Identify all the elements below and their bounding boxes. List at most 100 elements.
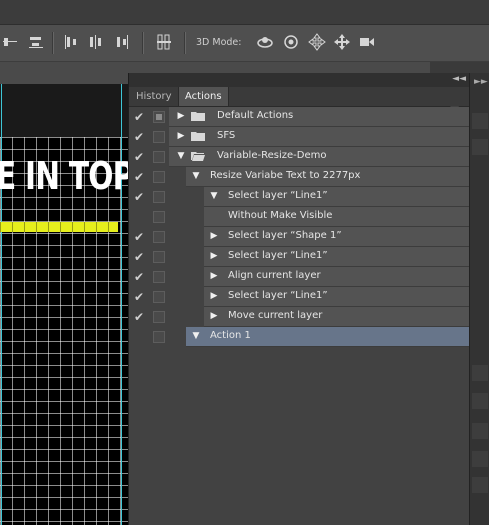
menu-strip — [0, 0, 489, 25]
toggle-item-checked-icon[interactable]: ✔ — [132, 251, 146, 264]
collapsed-triangle-icon[interactable]: ▶ — [176, 111, 186, 121]
actions-panel: ◄◄ History Actions ▼≡ ✔▶Default Actions✔… — [128, 73, 470, 525]
expanded-triangle-icon[interactable]: ▼ — [191, 171, 201, 181]
action-row[interactable]: ✔ ▼ Variable-Resize-Demo — [129, 147, 470, 167]
toggle-dialog-icon[interactable] — [153, 191, 165, 203]
action-row-label: Resize Variabe Text to 2277px — [210, 170, 361, 181]
toggle-item-checked-icon[interactable]: ✔ — [132, 171, 146, 184]
toggle-item-checked-icon[interactable]: ✔ — [132, 231, 146, 244]
toggle-dialog-icon[interactable] — [153, 231, 165, 243]
3d-mode-label: 3D Mode: — [196, 37, 242, 48]
toggle-item-empty[interactable] — [132, 331, 146, 344]
action-row[interactable]: ✔ ▶ Select layer “Shape 1” — [129, 227, 470, 247]
action-row-label: Align current layer — [228, 270, 321, 281]
toolbar-separator — [184, 32, 186, 54]
distribute-bottom-edges-icon[interactable] — [27, 33, 45, 51]
action-row[interactable]: ▼ Action 1 — [129, 327, 470, 347]
distribute-left-edges-icon[interactable] — [62, 33, 80, 51]
toggle-dialog-icon[interactable] — [153, 171, 165, 183]
toggle-item-checked-icon[interactable]: ✔ — [132, 271, 146, 284]
tab-actions[interactable]: Actions — [178, 87, 229, 106]
distribute-vertical-centers-icon[interactable] — [2, 33, 20, 51]
panel-dock-header — [430, 62, 489, 73]
action-row-label: Move current layer — [228, 310, 323, 321]
action-row[interactable]: ✔ ▶ Align current layer — [129, 267, 470, 287]
expanded-triangle-icon[interactable]: ▼ — [176, 151, 186, 161]
dock-panel-button[interactable] — [472, 139, 488, 155]
dock-panel-button[interactable] — [472, 365, 488, 381]
toggle-item-checked-icon[interactable]: ✔ — [132, 151, 146, 164]
action-row-label: Select layer “Line1” — [228, 250, 328, 261]
toggle-dialog-icon[interactable] — [153, 331, 165, 343]
action-row-label: Action 1 — [210, 330, 251, 341]
action-row-label: Select layer “Shape 1” — [228, 230, 342, 241]
3d-roll-icon[interactable] — [282, 33, 300, 51]
expanded-triangle-icon[interactable]: ▼ — [191, 331, 201, 341]
action-row-body[interactable] — [169, 107, 470, 127]
toggle-dialog-icon[interactable] — [153, 111, 165, 123]
3d-slide-icon[interactable] — [333, 33, 351, 51]
document-canvas[interactable]: E IN TOP — [0, 84, 128, 525]
toggle-item-checked-icon[interactable]: ✔ — [132, 291, 146, 304]
action-row-label: SFS — [217, 130, 236, 141]
collapse-dock-icon[interactable]: ►► — [474, 77, 488, 87]
action-row-label: Without Make Visible — [228, 210, 333, 221]
collapsed-triangle-icon[interactable]: ▶ — [176, 131, 186, 141]
toggle-dialog-icon[interactable] — [153, 211, 165, 223]
action-row-label: Select layer “Line1” — [228, 190, 328, 201]
action-row[interactable]: ✔ ▼ Resize Variabe Text to 2277px — [129, 167, 470, 187]
toggle-dialog-icon[interactable] — [153, 151, 165, 163]
action-row[interactable]: ✔ ▶ Move current layer — [129, 307, 470, 327]
action-row-label: Select layer “Line1” — [228, 290, 328, 301]
3d-scale-camera-icon[interactable] — [358, 33, 376, 51]
action-row[interactable]: Without Make Visible — [129, 207, 470, 227]
toggle-item-checked-icon[interactable]: ✔ — [132, 111, 146, 124]
toggle-item-checked-icon[interactable]: ✔ — [132, 131, 146, 144]
toggle-dialog-icon[interactable] — [153, 291, 165, 303]
action-row[interactable]: ✔ ▶ Select layer “Line1” — [129, 247, 470, 267]
collapsed-triangle-icon[interactable]: ▶ — [209, 311, 219, 321]
action-row[interactable]: ✔ ▶ SFS — [129, 127, 470, 147]
right-dock: ►► — [469, 73, 489, 525]
folder-icon — [191, 112, 205, 121]
3d-orbit-icon[interactable] — [256, 33, 274, 51]
toggle-dialog-icon[interactable] — [153, 251, 165, 263]
auto-align-layers-icon[interactable] — [155, 33, 173, 51]
canvas-yellow-bar — [0, 222, 118, 232]
dock-panel-button[interactable] — [472, 393, 488, 409]
folder-icon — [191, 132, 205, 141]
action-row-label: Default Actions — [217, 110, 294, 121]
distribute-right-edges-icon[interactable] — [113, 33, 131, 51]
dock-panel-button[interactable] — [472, 423, 488, 439]
toggle-item-checked-icon[interactable]: ✔ — [132, 311, 146, 324]
toolbar-separator — [142, 32, 144, 54]
canvas-headline-text: E IN TOP — [0, 154, 128, 198]
collapsed-triangle-icon[interactable]: ▶ — [209, 271, 219, 281]
toggle-item-empty[interactable] — [132, 211, 146, 224]
toggle-item-checked-icon[interactable]: ✔ — [132, 191, 146, 204]
collapsed-triangle-icon[interactable]: ▶ — [209, 291, 219, 301]
action-row[interactable]: ✔ ▼ Select layer “Line1” — [129, 187, 470, 207]
tab-history[interactable]: History — [130, 87, 178, 106]
action-row-body[interactable] — [169, 127, 470, 147]
3d-pan-icon[interactable] — [308, 33, 326, 51]
action-row[interactable]: ✔ ▶ Select layer “Line1” — [129, 287, 470, 307]
dock-panel-button[interactable] — [472, 113, 488, 129]
toggle-dialog-icon[interactable] — [153, 311, 165, 323]
guide-line — [1, 84, 2, 525]
collapsed-triangle-icon[interactable]: ▶ — [209, 231, 219, 241]
guide-line — [121, 84, 122, 525]
collapse-panel-icon[interactable]: ◄◄ — [452, 74, 466, 84]
collapsed-triangle-icon[interactable]: ▶ — [209, 251, 219, 261]
panel-tab-bar: History Actions ▼≡ — [129, 87, 470, 117]
toggle-dialog-icon[interactable] — [153, 271, 165, 283]
expanded-triangle-icon[interactable]: ▼ — [209, 191, 219, 201]
action-row-label: Variable-Resize-Demo — [217, 150, 327, 161]
open-folder-icon — [191, 152, 205, 161]
panel-title-bar: ◄◄ — [129, 73, 470, 87]
dock-panel-button[interactable] — [472, 477, 488, 493]
toggle-dialog-icon[interactable] — [153, 131, 165, 143]
action-row[interactable]: ✔ ▶ Default Actions — [129, 107, 470, 127]
distribute-horizontal-centers-icon[interactable] — [87, 33, 105, 51]
dock-panel-button[interactable] — [472, 451, 488, 467]
